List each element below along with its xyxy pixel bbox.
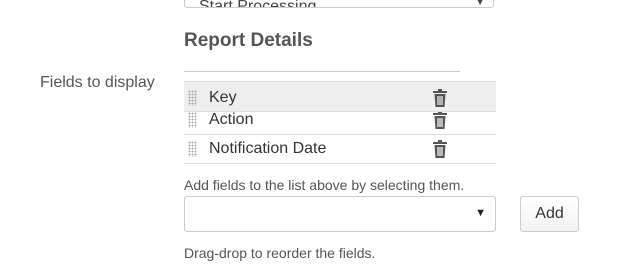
trash-icon[interactable] — [432, 89, 448, 107]
drag-handle-icon[interactable] — [188, 141, 197, 157]
drag-handle-icon[interactable] — [188, 90, 197, 106]
drag-handle-icon[interactable] — [188, 112, 197, 128]
field-select[interactable]: ▼ — [184, 196, 496, 232]
field-row-key[interactable]: Key — [184, 81, 496, 112]
section-title: Report Details — [184, 30, 313, 51]
report-details-panel: Start Processing ▼ Report Details Fields… — [0, 0, 644, 267]
fields-list: Key Action Notification Date — [184, 81, 496, 165]
field-row-label: Key — [209, 89, 237, 106]
trash-icon[interactable] — [432, 140, 448, 158]
field-row-label: Action — [209, 111, 254, 128]
trash-icon[interactable] — [432, 111, 448, 129]
add-fields-help-text: Add fields to the list above by selectin… — [184, 177, 465, 193]
chevron-down-icon: ▼ — [475, 207, 486, 219]
field-row-notification-date[interactable]: Notification Date — [184, 133, 496, 164]
fields-to-display-label: Fields to display — [40, 74, 155, 91]
chevron-down-icon: ▼ — [475, 0, 485, 8]
top-select-value: Start Processing — [199, 0, 316, 7]
reorder-help-text: Drag-drop to reorder the fields. — [184, 245, 376, 261]
top-select[interactable]: Start Processing ▼ — [184, 0, 494, 8]
section-divider — [184, 71, 460, 72]
add-field-button[interactable]: Add — [520, 196, 579, 232]
field-row-label: Notification Date — [209, 140, 327, 157]
